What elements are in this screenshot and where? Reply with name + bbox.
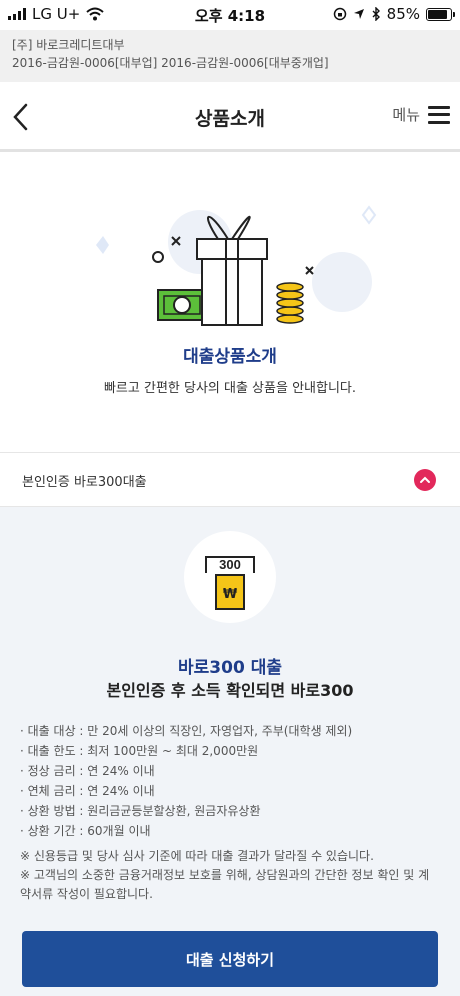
note-item: ※ 고객님의 소중한 금융거래정보 보호를 위해, 상담원과의 간단한 정보 확… <box>20 868 430 901</box>
app-header: 상품소개 메뉴 <box>0 82 460 152</box>
product-notes: ※ 신용등급 및 당사 심사 기준에 따라 대출 결과가 달라질 수 있습니다.… <box>20 847 440 904</box>
location-icon <box>353 9 364 19</box>
product-accordion-header[interactable]: 본인인증 바로300대출 <box>0 452 460 507</box>
product-details-list: · 대출 대상 : 만 20세 이상의 직장인, 자영업자, 주부(대학생 제외… <box>20 721 440 841</box>
detail-item: · 연체 금리 : 연 24% 이내 <box>20 784 155 798</box>
product-icon-container: 300 ₩ <box>184 531 276 623</box>
detail-item: · 정상 금리 : 연 24% 이내 <box>20 764 155 778</box>
status-bar: LG U+ 오후 4:18 85% <box>0 0 460 30</box>
bluetooth-icon <box>372 7 380 21</box>
battery-fill <box>428 9 447 19</box>
hero-section: 대출상품소개 빠르고 간편한 당사의 대출 상품을 안내합니다. <box>0 152 460 452</box>
product-name: 바로300 대출 <box>178 658 282 678</box>
battery-percent: 85% <box>386 5 420 23</box>
hero-title: 대출상품소개 <box>183 347 277 367</box>
accordion-title: 본인인증 바로300대출 <box>22 475 147 490</box>
company-info: [주] 바로크레디트대부 2016-금감원-0006[대부업] 2016-금감원… <box>0 30 460 82</box>
company-name: [주] 바로크레디트대부 <box>12 38 125 52</box>
product-panel: 300 ₩ 바로300 대출 본인인증 후 소득 확인되면 바로300 · 대출… <box>0 507 460 996</box>
chevron-up-icon <box>420 476 430 483</box>
hero-description: 빠르고 간편한 당사의 대출 상품을 안내합니다. <box>103 381 357 396</box>
company-registration: 2016-금감원-0006[대부업] 2016-금감원-0006[대부중개업] <box>12 56 329 70</box>
menu-label: 메뉴 <box>392 106 420 124</box>
won-symbol: ₩ <box>223 587 238 602</box>
collapse-toggle-button[interactable] <box>414 469 436 491</box>
note-item: ※ 신용등급 및 당사 심사 기준에 따라 대출 결과가 달라질 수 있습니다. <box>20 849 374 863</box>
menu-button[interactable]: 메뉴 <box>392 104 450 125</box>
apply-loan-button[interactable]: 대출 신청하기 <box>22 931 438 987</box>
detail-item: · 대출 한도 : 최저 100만원 ~ 최대 2,000만원 <box>20 744 259 758</box>
status-right: 85% <box>333 5 455 23</box>
coin-stack-icon <box>276 282 304 324</box>
battery-icon <box>426 7 455 21</box>
atm-amount-label: 300 <box>219 557 241 572</box>
page-title: 상품소개 <box>195 108 265 130</box>
hamburger-icon <box>428 105 450 124</box>
loan-products-illustration <box>96 205 377 326</box>
detail-item: · 상환 기간 : 60개월 이내 <box>20 824 151 838</box>
banknote-icon <box>157 289 207 321</box>
rotation-lock-icon <box>333 7 346 21</box>
detail-item: · 대출 대상 : 만 20세 이상의 직장인, 자영업자, 주부(대학생 제외… <box>20 724 353 738</box>
product-subtitle: 본인인증 후 소득 확인되면 바로300 <box>106 681 354 700</box>
detail-item: · 상환 방법 : 원리금균등분할상환, 원금자유상환 <box>20 804 261 818</box>
atm-cash-icon: 300 ₩ <box>205 556 255 610</box>
